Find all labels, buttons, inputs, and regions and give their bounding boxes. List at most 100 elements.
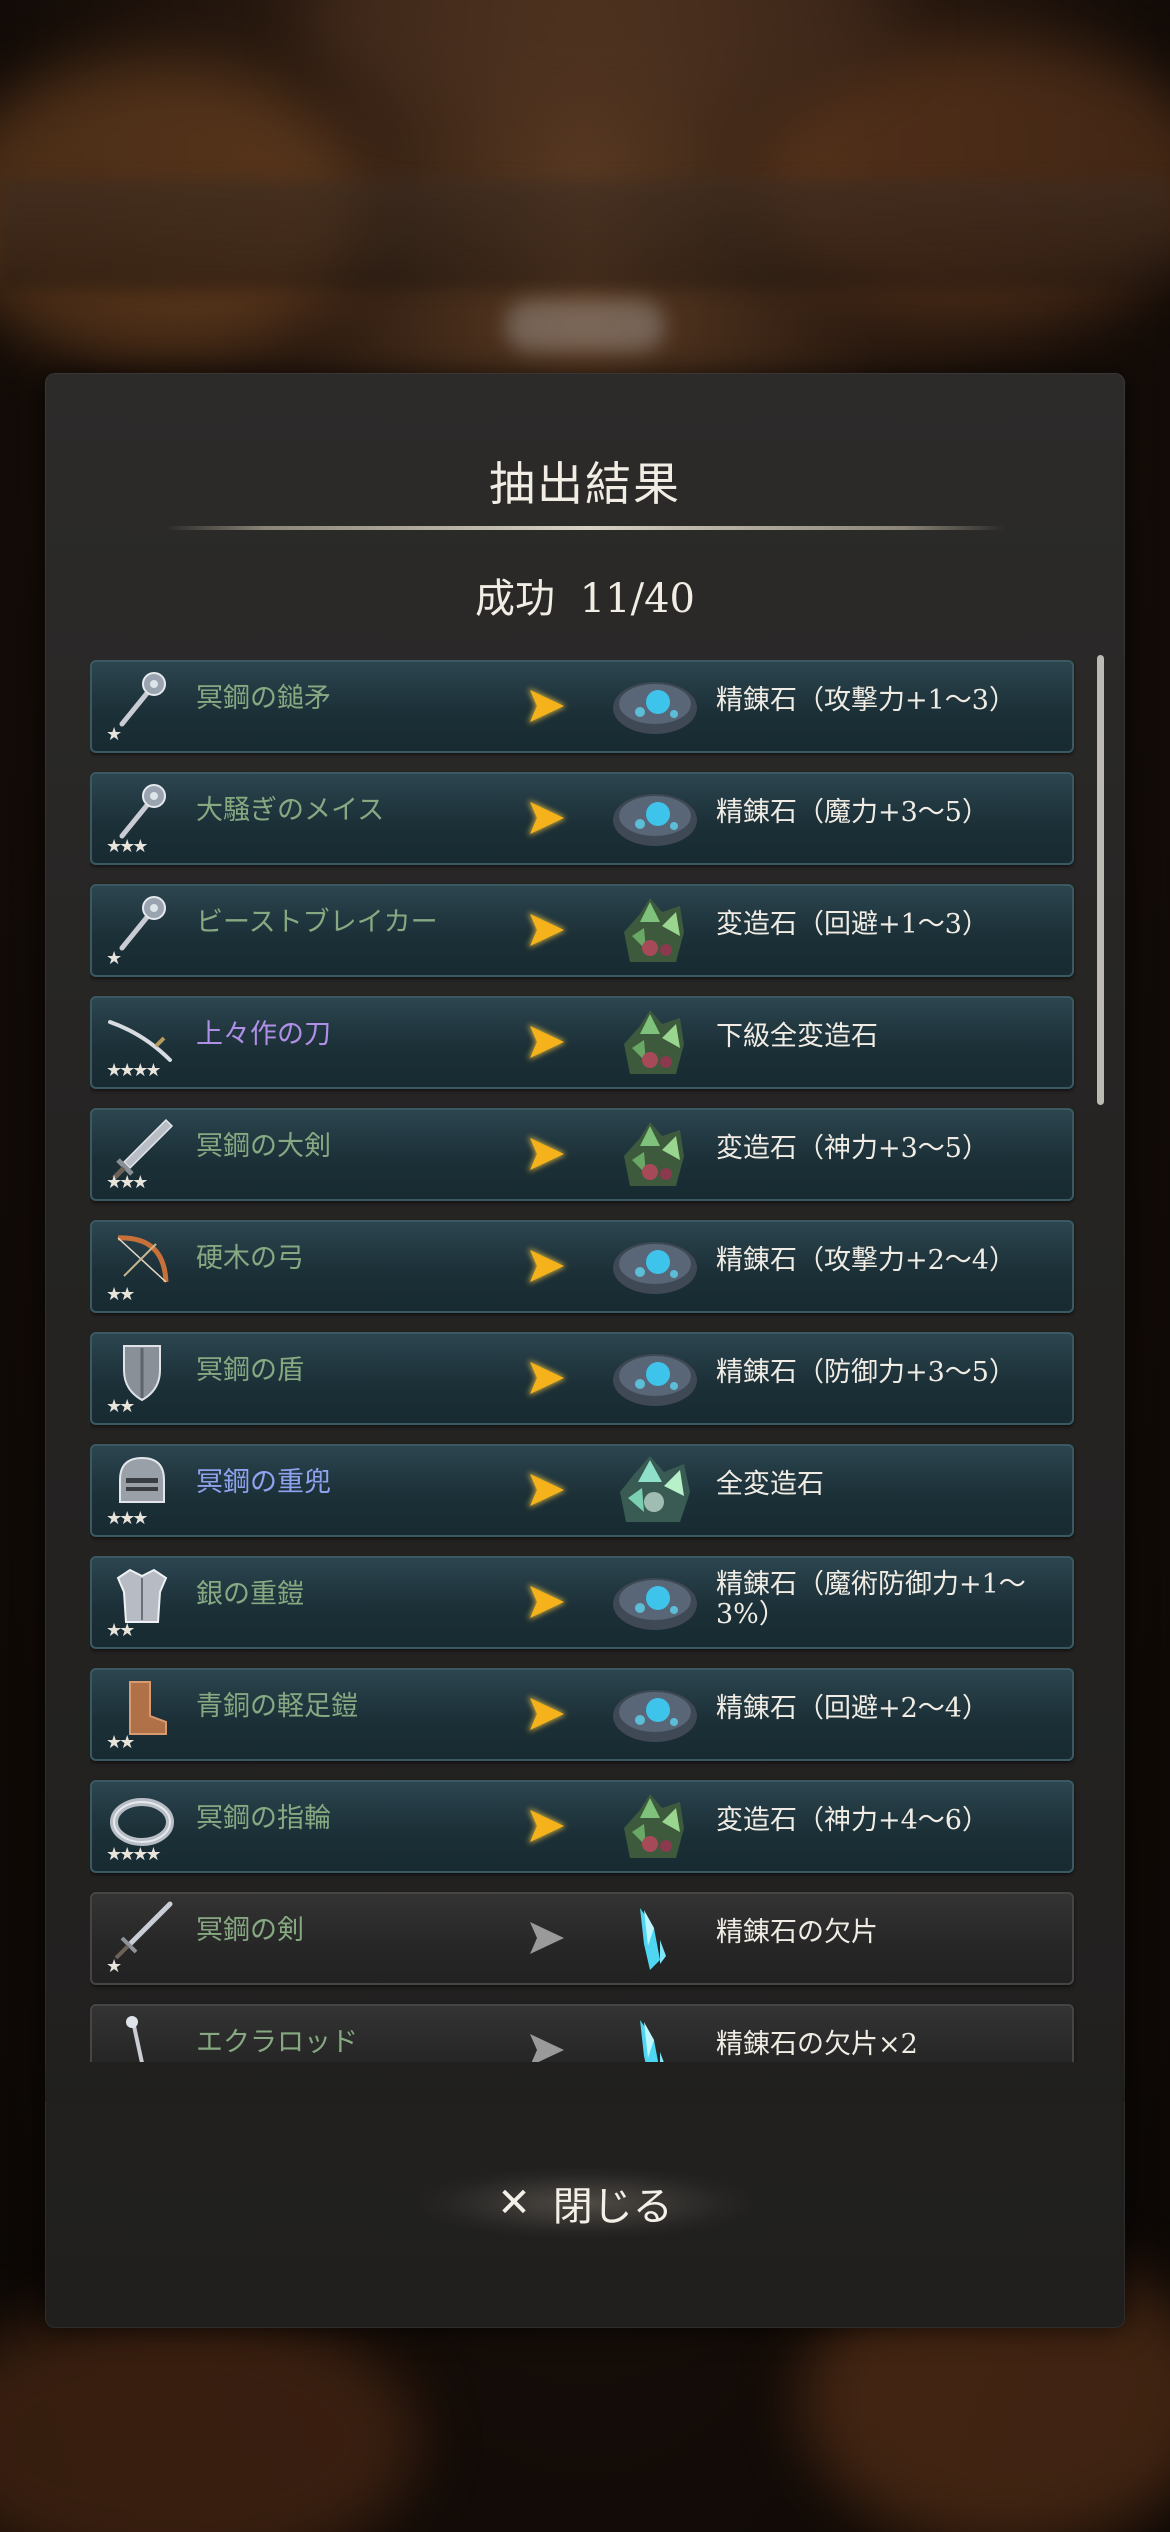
item-name: 冥鋼の大剣 bbox=[196, 1131, 331, 1162]
bow-icon bbox=[104, 1228, 180, 1292]
success-arrow-icon bbox=[522, 1354, 572, 1402]
boots-icon bbox=[104, 1676, 180, 1740]
result-material: 変造石（神力+4～6） bbox=[716, 1805, 989, 1836]
list-scrollbar[interactable] bbox=[1097, 655, 1104, 1105]
rod-icon bbox=[104, 2012, 180, 2062]
item-name: 冥鋼の鎚矛 bbox=[196, 683, 331, 714]
katana-icon bbox=[104, 1004, 180, 1068]
rarity-stars: ★★★ bbox=[106, 1508, 148, 1529]
result-list[interactable]: ★ 冥鋼の鎚矛 精錬石（攻撃力+1～3） ★★★ 大騒ぎのメイス 精錬石（魔力+3～5） ★… bbox=[90, 660, 1080, 2062]
fail-arrow-icon bbox=[522, 2026, 572, 2062]
sword-icon bbox=[104, 1900, 180, 1964]
result-material: 変造石（神力+3～5） bbox=[716, 1133, 989, 1164]
result-material: 精錬石（攻撃力+2～4） bbox=[716, 1245, 1016, 1276]
rarity-stars: ★ bbox=[106, 724, 122, 745]
result-material: 精錬石（攻撃力+1～3） bbox=[716, 685, 1016, 716]
ring-icon bbox=[104, 1788, 180, 1852]
rarity-stars: ★★★★ bbox=[106, 1060, 162, 1081]
result-material: 精錬石の欠片 bbox=[716, 1917, 878, 1948]
refining-stone-icon bbox=[610, 1340, 700, 1416]
result-material: 精錬石（魔力+3～5） bbox=[716, 797, 989, 828]
item-name: 硬木の弓 bbox=[196, 1243, 304, 1274]
armor-icon bbox=[104, 1564, 180, 1628]
item-name: 冥鋼の剣 bbox=[196, 1915, 304, 1946]
refining-stone-icon bbox=[610, 668, 700, 744]
rarity-stars: ★★ bbox=[106, 1732, 135, 1753]
success-arrow-icon bbox=[522, 1578, 572, 1626]
item-name: 冥鋼の盾 bbox=[196, 1355, 304, 1386]
result-material: 精錬石（回避+2～4） bbox=[716, 1693, 989, 1724]
list-item[interactable]: ★ 冥鋼の剣 精錬石の欠片 bbox=[90, 1892, 1074, 1985]
success-arrow-icon bbox=[522, 794, 572, 842]
greatsword-icon bbox=[104, 1116, 180, 1180]
helmet-icon bbox=[104, 1452, 180, 1516]
result-material: 精錬石の欠片×2 bbox=[716, 2029, 918, 2060]
mace-icon bbox=[104, 892, 180, 956]
item-name: 上々作の刀 bbox=[196, 1019, 331, 1050]
success-arrow-icon bbox=[522, 1690, 572, 1738]
list-item[interactable]: ★★★★ 冥鋼の指輪 変造石（神力+4～6） bbox=[90, 1780, 1074, 1873]
item-name: エクラロッド bbox=[196, 2027, 358, 2058]
title-divider bbox=[165, 526, 1005, 530]
shield-icon bbox=[104, 1340, 180, 1404]
success-arrow-icon bbox=[522, 1466, 572, 1514]
result-material: 下級全変造石 bbox=[716, 1021, 878, 1052]
item-name: 大騒ぎのメイス bbox=[196, 795, 385, 826]
item-name: 冥鋼の指輪 bbox=[196, 1803, 331, 1834]
rarity-stars: ★★ bbox=[106, 1284, 135, 1305]
success-arrow-icon bbox=[522, 1242, 572, 1290]
list-item[interactable]: ★★ 銀の重鎧 精錬石（魔術防御力+1～3%） bbox=[90, 1556, 1074, 1649]
list-item[interactable]: ★★ 硬木の弓 精錬石（攻撃力+2～4） bbox=[90, 1220, 1074, 1313]
refining-stone-icon bbox=[610, 1564, 700, 1640]
list-item[interactable]: エクラロッド 精錬石の欠片×2 bbox=[90, 2004, 1074, 2062]
success-arrow-icon bbox=[522, 1802, 572, 1850]
refining-stone-icon bbox=[610, 1228, 700, 1304]
list-item[interactable]: ★ ビーストブレイカー 変造石（回避+1～3） bbox=[90, 884, 1074, 977]
refining-shard-icon bbox=[610, 2012, 700, 2062]
close-button-label: 閉じる bbox=[552, 2184, 673, 2230]
list-item[interactable]: ★★★ 大騒ぎのメイス 精錬石（魔力+3～5） bbox=[90, 772, 1074, 865]
rarity-stars: ★ bbox=[106, 948, 122, 969]
list-item[interactable]: ★★★★ 上々作の刀 下級全変造石 bbox=[90, 996, 1074, 1089]
success-label: 成功 bbox=[475, 576, 555, 622]
list-item[interactable]: ★★★ 冥鋼の重兜 全変造石 bbox=[90, 1444, 1074, 1537]
item-name: 青銅の軽足鎧 bbox=[196, 1691, 358, 1722]
item-name: 銀の重鎧 bbox=[196, 1579, 304, 1610]
refining-shard-icon bbox=[610, 1900, 700, 1976]
success-count: 11/40 bbox=[579, 576, 695, 622]
success-arrow-icon bbox=[522, 682, 572, 730]
list-item[interactable]: ★★★ 冥鋼の大剣 変造石（神力+3～5） bbox=[90, 1108, 1074, 1201]
full-alteration-stone-icon bbox=[610, 1452, 700, 1528]
alteration-stone-icon bbox=[610, 892, 700, 968]
mace-icon bbox=[104, 780, 180, 844]
alteration-stone-icon bbox=[610, 1004, 700, 1080]
close-button[interactable]: ✕ 閉じる bbox=[420, 2168, 750, 2238]
result-material: 精錬石（防御力+3～5） bbox=[716, 1357, 1016, 1388]
alteration-stone-icon bbox=[610, 1788, 700, 1864]
success-arrow-icon bbox=[522, 906, 572, 954]
rarity-stars: ★★ bbox=[106, 1396, 135, 1417]
success-arrow-icon bbox=[522, 1130, 572, 1178]
item-name: 冥鋼の重兜 bbox=[196, 1467, 331, 1498]
fail-arrow-icon bbox=[522, 1914, 572, 1962]
list-item[interactable]: ★ 冥鋼の鎚矛 精錬石（攻撃力+1～3） bbox=[90, 660, 1074, 753]
close-icon: ✕ bbox=[497, 2180, 531, 2226]
refining-stone-icon bbox=[610, 1676, 700, 1752]
rarity-stars: ★★★★ bbox=[106, 1844, 162, 1865]
rarity-stars: ★★★ bbox=[106, 1172, 148, 1193]
list-item[interactable]: ★★ 青銅の軽足鎧 精錬石（回避+2～4） bbox=[90, 1668, 1074, 1761]
success-summary: 成功 11/40 bbox=[0, 566, 1170, 624]
success-arrow-icon bbox=[522, 1018, 572, 1066]
result-material: 変造石（回避+1～3） bbox=[716, 909, 989, 940]
item-name: ビーストブレイカー bbox=[196, 907, 438, 938]
mace-icon bbox=[104, 668, 180, 732]
result-material: 全変造石 bbox=[716, 1469, 824, 1500]
dialog-title: 抽出結果 bbox=[489, 457, 681, 511]
rarity-stars: ★★★ bbox=[106, 836, 148, 857]
result-material: 精錬石（魔術防御力+1～3%） bbox=[716, 1569, 1026, 1630]
rarity-stars: ★ bbox=[106, 1956, 122, 1977]
list-item[interactable]: ★★ 冥鋼の盾 精錬石（防御力+3～5） bbox=[90, 1332, 1074, 1425]
refining-stone-icon bbox=[610, 780, 700, 856]
rarity-stars: ★★ bbox=[106, 1620, 135, 1641]
alteration-stone-icon bbox=[610, 1116, 700, 1192]
